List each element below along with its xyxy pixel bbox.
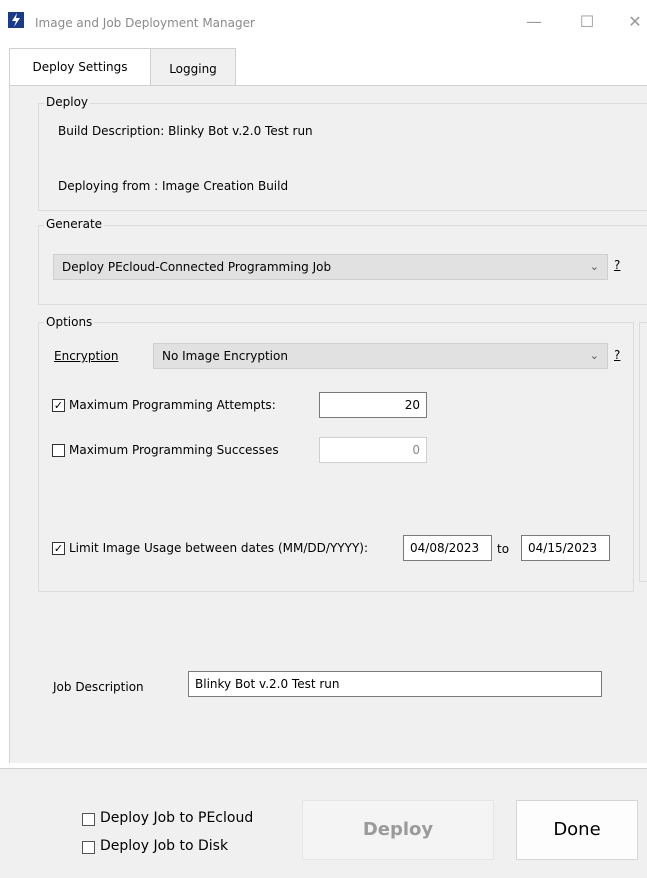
max-attempts-label: Maximum Programming Attempts: bbox=[69, 398, 276, 412]
minimize-button[interactable]: — bbox=[519, 10, 549, 34]
app-lightning-icon bbox=[8, 12, 24, 28]
encryption-select[interactable]: No Image Encryption ⌄ bbox=[153, 343, 608, 369]
max-successes-checkbox[interactable] bbox=[52, 444, 65, 457]
deploy-group bbox=[38, 103, 647, 211]
tab-deploy-settings[interactable]: Deploy Settings bbox=[9, 48, 151, 85]
maximize-button[interactable]: ☐ bbox=[572, 10, 602, 34]
max-attempts-input[interactable]: 20 bbox=[319, 392, 427, 418]
generate-select[interactable]: Deploy PEcloud-Connected Programming Job… bbox=[53, 254, 608, 280]
title-bar: Image and Job Deployment Manager — ☐ ✕ bbox=[0, 0, 647, 42]
window-title: Image and Job Deployment Manager bbox=[35, 16, 255, 30]
max-successes-input[interactable]: 0 bbox=[319, 437, 427, 463]
chevron-down-icon: ⌄ bbox=[589, 349, 599, 362]
generate-help-link[interactable]: ? bbox=[614, 258, 620, 272]
options-legend: Options bbox=[44, 315, 95, 329]
deploy-legend: Deploy bbox=[44, 95, 91, 109]
generate-legend: Generate bbox=[44, 217, 105, 231]
tab-logging[interactable]: Logging bbox=[150, 48, 236, 86]
date-to-input[interactable]: 04/15/2023 bbox=[521, 535, 610, 561]
encryption-label[interactable]: Encryption bbox=[54, 349, 118, 363]
deploy-pecloud-label: Deploy Job to PEcloud bbox=[100, 810, 254, 826]
limit-dates-checkbox[interactable]: ✓ bbox=[52, 542, 65, 555]
deploy-settings-panel: Deploy Build Description: Blinky Bot v.2… bbox=[9, 85, 647, 763]
deploying-from: Deploying from : Image Creation Build bbox=[58, 179, 289, 193]
job-description-label: Job Description bbox=[53, 680, 144, 694]
limit-dates-label: Limit Image Usage between dates (MM/DD/Y… bbox=[69, 541, 368, 555]
deploy-button[interactable]: Deploy bbox=[302, 800, 494, 860]
chevron-down-icon: ⌄ bbox=[589, 260, 599, 273]
encryption-selected: No Image Encryption bbox=[162, 349, 288, 363]
encryption-help-link[interactable]: ? bbox=[614, 348, 620, 362]
generate-selected: Deploy PEcloud-Connected Programming Job bbox=[62, 260, 332, 274]
deploy-pecloud-checkbox[interactable] bbox=[82, 813, 95, 826]
date-to-label: to bbox=[497, 542, 510, 556]
bottom-bar: Deploy Job to PEcloud Deploy Job to Disk… bbox=[0, 768, 647, 878]
deploy-disk-checkbox[interactable] bbox=[82, 841, 95, 854]
done-button[interactable]: Done bbox=[516, 800, 638, 860]
date-from-input[interactable]: 04/08/2023 bbox=[403, 535, 492, 561]
max-attempts-checkbox[interactable]: ✓ bbox=[52, 399, 65, 412]
side-group bbox=[639, 322, 647, 582]
max-successes-label: Maximum Programming Successes bbox=[69, 443, 279, 457]
build-description: Build Description: Blinky Bot v.2.0 Test… bbox=[58, 124, 313, 138]
deploy-disk-label: Deploy Job to Disk bbox=[100, 838, 229, 854]
job-description-input[interactable]: Blinky Bot v.2.0 Test run bbox=[188, 671, 602, 697]
close-button[interactable]: ✕ bbox=[620, 10, 647, 34]
